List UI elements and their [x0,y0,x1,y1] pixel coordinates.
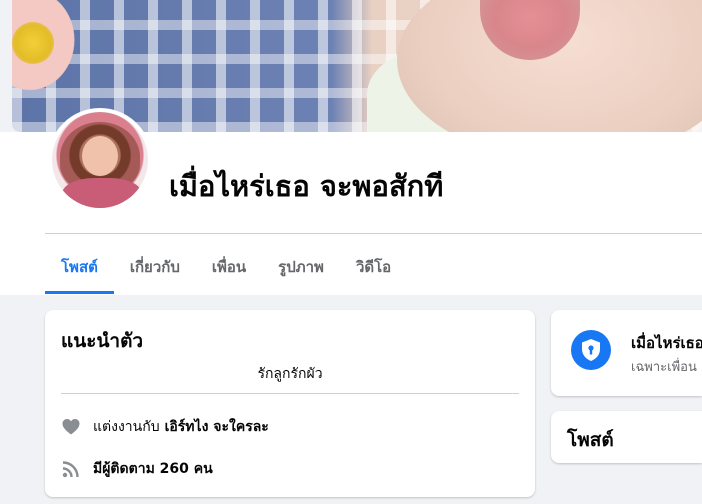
avatar[interactable] [48,108,152,212]
header-divider [45,233,702,234]
intro-title: แนะนำตัว [61,330,144,352]
heart-icon [61,417,81,437]
profile-name: เมื่อไหร่เธอ จะพอสักที [169,169,444,203]
shield-lock-icon [571,330,611,370]
tab-posts[interactable]: โพสต์ [45,246,114,294]
relationship-partner-link[interactable]: เอิร์ทไง จะใครละ [165,416,269,438]
posts-title: โพสต์ [567,429,614,451]
avatar-shirt [62,178,142,208]
cover-flower [12,22,54,64]
privacy-title: เมื่อไหร่เธอ [631,334,702,352]
tab-friends[interactable]: เพื่อน [196,246,262,294]
profile-tabs: โพสต์ เกี่ยวกับ เพื่อน รูปภาพ วิดีโอ [45,246,407,294]
privacy-card: เมื่อไหร่เธอ เฉพาะเพื่อน [551,310,702,396]
rss-icon [61,459,81,479]
intro-bio: รักลูกรักผัว [257,366,323,382]
avatar-face [82,136,118,176]
tab-about[interactable]: เกี่ยวกับ [114,246,196,294]
relationship-row: แต่งงานกับ เอิร์ทไง จะใครละ [61,416,269,438]
posts-card: โพสต์ [551,411,702,463]
followers-count[interactable]: มีผู้ติดตาม 260 คน [93,458,213,480]
intro-divider [61,393,519,394]
followers-row: มีผู้ติดตาม 260 คน [61,458,213,480]
tab-videos[interactable]: วิดีโอ [340,246,407,294]
privacy-subtitle: เฉพาะเพื่อน [631,360,697,375]
tab-photos[interactable]: รูปภาพ [262,246,340,294]
relationship-prefix: แต่งงานกับ [93,419,160,435]
intro-card: แนะนำตัว รักลูกรักผัว แต่งงานกับ เอิร์ทไ… [45,310,535,497]
